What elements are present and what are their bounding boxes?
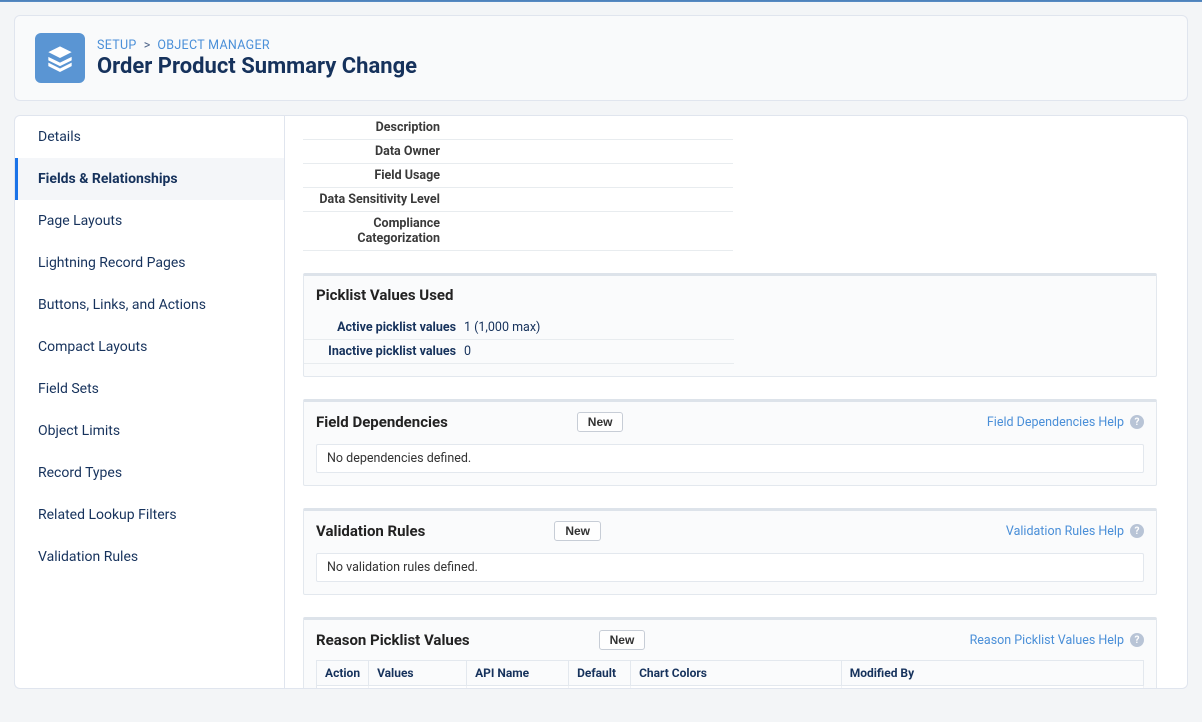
table-row: Description	[303, 116, 733, 140]
breadcrumb-sep: >	[144, 38, 151, 53]
breadcrumb-setup[interactable]: SETUP	[97, 38, 137, 53]
section-title: Field Dependencies	[316, 413, 448, 431]
table-row: Inactive picklist values0	[304, 340, 734, 364]
sidebar-item-object-limits[interactable]: Object Limits	[15, 410, 284, 452]
section-validation-rules: Validation Rules New Validation Rules He…	[303, 508, 1157, 595]
new-button[interactable]: New	[577, 412, 624, 432]
field-detail-table: Description Data Owner Field Usage Data …	[303, 116, 733, 251]
sidebar-item-details[interactable]: Details	[15, 116, 284, 158]
sidebar-item-page-layouts[interactable]: Page Layouts	[15, 200, 284, 242]
label-active-count: Active picklist values	[304, 316, 464, 340]
sidebar-item-record-types[interactable]: Record Types	[15, 452, 284, 494]
cell-chart-colors: Assigned dynamically	[631, 686, 842, 690]
section-field-dependencies: Field Dependencies New Field Dependencie…	[303, 399, 1157, 486]
col-action: Action	[317, 661, 369, 686]
label-data-owner: Data Owner	[303, 140, 448, 164]
sidebar-item-label: Compact Layouts	[38, 339, 147, 355]
empty-message: No validation rules defined.	[316, 553, 1144, 582]
col-modified-by: Modified By	[841, 661, 1143, 686]
page-header: SETUP > OBJECT MANAGER Order Product Sum…	[14, 15, 1188, 101]
sidebar-item-label: Buttons, Links, and Actions	[38, 297, 206, 313]
sidebar-item-label: Details	[38, 129, 81, 145]
table-row: Edit Unknown Unknown Assigned dynamicall…	[317, 686, 1144, 690]
new-button[interactable]: New	[554, 521, 601, 541]
help-link-validation-rules[interactable]: Validation Rules Help	[1006, 524, 1124, 539]
table-row: Data Sensitivity Level	[303, 188, 733, 212]
value-field-usage	[448, 164, 733, 188]
label-description: Description	[303, 116, 448, 140]
help-icon[interactable]: ?	[1130, 415, 1144, 429]
picklist-counts-table: Active picklist values1 (1,000 max) Inac…	[304, 316, 734, 364]
sidebar-item-lightning-record-pages[interactable]: Lightning Record Pages	[15, 242, 284, 284]
table-row: Data Owner	[303, 140, 733, 164]
value-compliance	[448, 212, 733, 251]
section-title: Picklist Values Used	[316, 286, 453, 310]
cell-default	[569, 686, 631, 690]
help-link-field-dependencies[interactable]: Field Dependencies Help	[987, 415, 1124, 430]
sidebar-item-label: Validation Rules	[38, 549, 138, 565]
breadcrumb: SETUP > OBJECT MANAGER	[97, 38, 417, 53]
sidebar-item-label: Fields & Relationships	[38, 171, 178, 187]
value-data-owner	[448, 140, 733, 164]
layers-icon	[46, 44, 74, 72]
help-icon[interactable]: ?	[1130, 524, 1144, 538]
table-row: Compliance Categorization	[303, 212, 733, 251]
sidebar-item-related-lookup-filters[interactable]: Related Lookup Filters	[15, 494, 284, 536]
label-data-sensitivity: Data Sensitivity Level	[303, 188, 448, 212]
sidebar-item-validation-rules[interactable]: Validation Rules	[15, 536, 284, 578]
value-active-count: 1 (1,000 max)	[464, 316, 734, 340]
reason-values-table: Action Values API Name Default Chart Col…	[316, 660, 1144, 689]
col-values: Values	[369, 661, 467, 686]
label-compliance: Compliance Categorization	[303, 212, 448, 251]
value-description	[448, 116, 733, 140]
sidebar-item-label: Field Sets	[38, 381, 99, 397]
help-link-reason-picklist[interactable]: Reason Picklist Values Help	[970, 633, 1124, 648]
value-inactive-count: 0	[464, 340, 734, 364]
sidebar-item-label: Page Layouts	[38, 213, 122, 229]
section-title: Reason Picklist Values	[316, 631, 470, 649]
sidebar-item-buttons-links-actions[interactable]: Buttons, Links, and Actions	[15, 284, 284, 326]
sidebar-item-label: Object Limits	[38, 423, 120, 439]
label-field-usage: Field Usage	[303, 164, 448, 188]
cell-api-name: Unknown	[467, 686, 569, 690]
table-row: Active picklist values1 (1,000 max)	[304, 316, 734, 340]
value-data-sensitivity	[448, 188, 733, 212]
sidebar-item-field-sets[interactable]: Field Sets	[15, 368, 284, 410]
object-icon	[35, 33, 85, 83]
sidebar-item-label: Related Lookup Filters	[38, 507, 177, 523]
cell-values: Unknown	[369, 686, 467, 690]
sidebar-item-compact-layouts[interactable]: Compact Layouts	[15, 326, 284, 368]
empty-message: No dependencies defined.	[316, 444, 1144, 473]
section-reason-picklist-values: Reason Picklist Values New Reason Pickli…	[303, 617, 1157, 689]
label-inactive-count: Inactive picklist values	[304, 340, 464, 364]
table-row: Field Usage	[303, 164, 733, 188]
help-icon[interactable]: ?	[1130, 633, 1144, 647]
page-title: Order Product Summary Change	[97, 54, 417, 79]
header-text: SETUP > OBJECT MANAGER Order Product Sum…	[97, 38, 417, 79]
sidebar: Details Fields & Relationships Page Layo…	[14, 115, 284, 689]
section-title: Validation Rules	[316, 522, 425, 540]
section-picklist-values-used: Picklist Values Used Active picklist val…	[303, 273, 1157, 377]
cell-modified-by: Admin User, 1/10/2021, 9:22 AM	[841, 686, 1143, 690]
col-api-name: API Name	[467, 661, 569, 686]
new-button[interactable]: New	[599, 630, 646, 650]
sidebar-item-label: Lightning Record Pages	[38, 255, 186, 271]
table-header-row: Action Values API Name Default Chart Col…	[317, 661, 1144, 686]
col-default: Default	[569, 661, 631, 686]
content-pane: Description Data Owner Field Usage Data …	[284, 115, 1188, 689]
breadcrumb-object-manager[interactable]: OBJECT MANAGER	[157, 38, 269, 53]
sidebar-item-fields-relationships[interactable]: Fields & Relationships	[15, 158, 284, 200]
col-chart-colors: Chart Colors	[631, 661, 842, 686]
sidebar-item-label: Record Types	[38, 465, 122, 481]
